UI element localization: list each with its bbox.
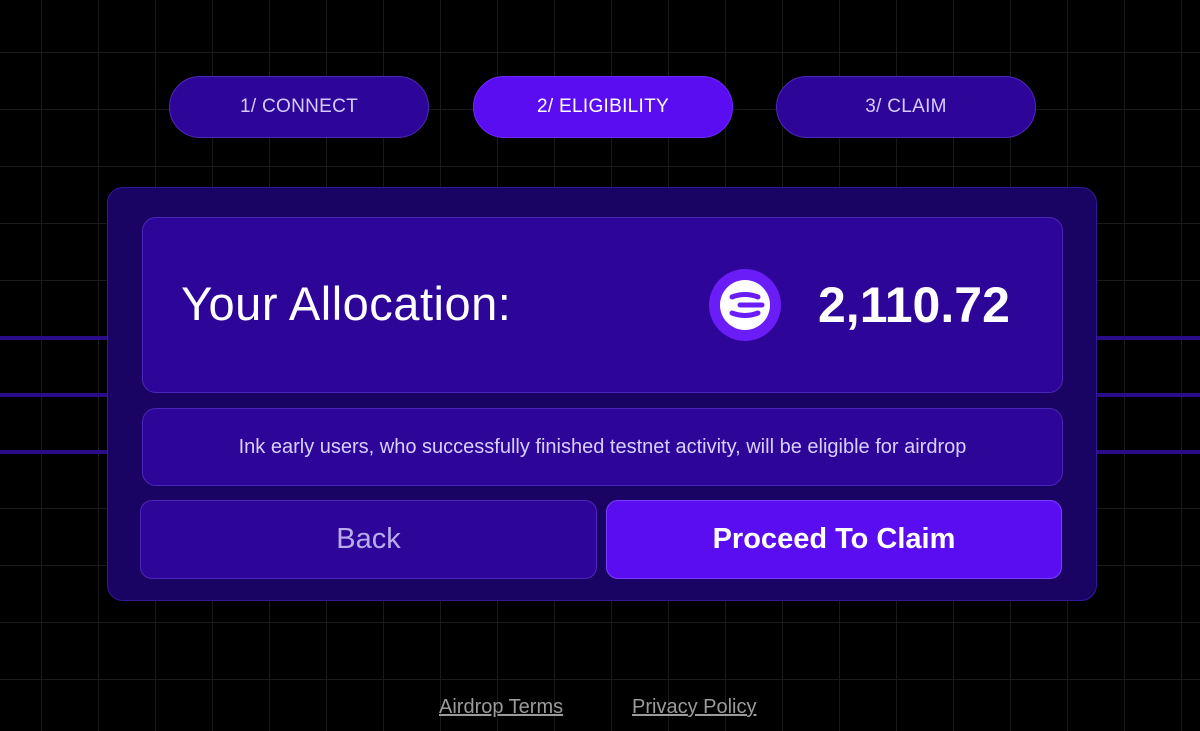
allocation-label: Your Allocation: xyxy=(181,277,512,330)
eligibility-card: Your Allocation: 2,110.72 Ink early user… xyxy=(107,187,1097,601)
ink-token-icon xyxy=(709,269,781,341)
eligibility-notice: Ink early users, who successfully finish… xyxy=(142,408,1063,486)
back-button[interactable]: Back xyxy=(140,500,597,579)
allocation-panel: Your Allocation: 2,110.72 xyxy=(142,217,1063,393)
step-connect[interactable]: 1/ CONNECT xyxy=(169,76,429,138)
footer-links: Airdrop Terms Privacy Policy xyxy=(0,694,1200,724)
step-claim[interactable]: 3/ CLAIM xyxy=(776,76,1036,138)
allocation-amount: 2,110.72 xyxy=(818,277,1010,333)
step-indicator: 1/ CONNECT 2/ ELIGIBILITY 3/ CLAIM xyxy=(169,76,1039,140)
step-eligibility[interactable]: 2/ ELIGIBILITY xyxy=(473,76,733,138)
airdrop-terms-link[interactable]: Airdrop Terms xyxy=(439,696,563,719)
proceed-to-claim-button[interactable]: Proceed To Claim xyxy=(606,500,1062,579)
privacy-policy-link[interactable]: Privacy Policy xyxy=(632,696,756,719)
